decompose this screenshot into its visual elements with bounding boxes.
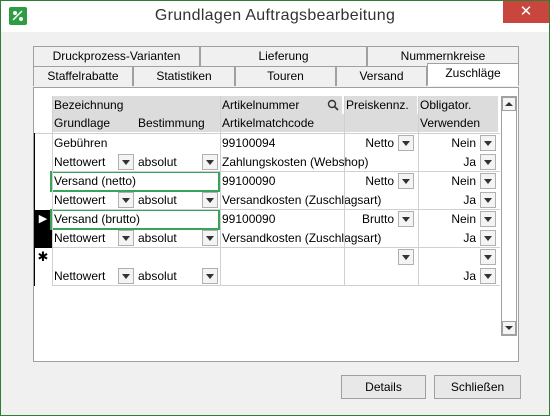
header-artikelnummer: Artikelnummer (220, 96, 324, 114)
record-1-bestimmung-dropdown[interactable] (202, 154, 218, 170)
record-2-preiskennz[interactable]: Netto (344, 172, 396, 190)
header-preiskennz: Preiskennz. (344, 96, 417, 114)
record-3-preiskennz-dropdown[interactable] (398, 211, 414, 227)
grid-line (52, 247, 500, 248)
new-record-bestimmung[interactable]: absolut (136, 267, 202, 285)
tab-druckprozess-varianten[interactable]: Druckprozess-Varianten (33, 46, 200, 66)
header-obligator: Obligator. (418, 96, 498, 114)
record-1-obligator[interactable]: Nein (418, 134, 478, 152)
header-artikelmatchcode: Artikelmatchcode (220, 114, 418, 132)
record-3-verwenden[interactable]: Ja (418, 229, 478, 247)
record-2-grundlage[interactable]: Nettowert (52, 191, 118, 209)
window-title: Grundlagen Auftragsbearbeitung (154, 7, 396, 24)
scroll-down-button[interactable] (502, 321, 516, 335)
record-3-obligator-dropdown[interactable] (480, 211, 496, 227)
record-3-obligator[interactable]: Nein (418, 210, 478, 228)
record-2-bestimmung-dropdown[interactable] (202, 192, 218, 208)
tab-touren[interactable]: Touren (235, 66, 336, 86)
tab-versand[interactable]: Versand (336, 66, 427, 86)
record-1-bestimmung[interactable]: absolut (136, 153, 202, 171)
header-bezeichnung: Bezeichnung (52, 96, 220, 114)
grid-line (52, 209, 500, 210)
new-record-verwenden[interactable]: Ja (418, 267, 478, 285)
grid-line (52, 285, 500, 286)
tab-lieferung[interactable]: Lieferung (200, 46, 367, 66)
new-record-preiskennz-dropdown[interactable] (398, 249, 414, 265)
record-3-preiskennz[interactable]: Brutto (344, 210, 396, 228)
close-button[interactable]: ✕ (503, 1, 549, 23)
new-record-verwenden-dropdown[interactable] (480, 268, 496, 284)
record-selector-column (34, 133, 53, 286)
record-1-grundlage-dropdown[interactable] (118, 154, 134, 170)
record-1-matchcode[interactable]: Zahlungskosten (Webshop) (220, 153, 418, 171)
tab-row-front: Staffelrabatte Statistiken Touren Versan… (33, 63, 519, 86)
grid-line (52, 171, 500, 172)
record-3-bestimmung-dropdown[interactable] (202, 230, 218, 246)
header-grundlage: Grundlage (52, 114, 136, 132)
details-button[interactable]: Details (341, 375, 426, 399)
scroll-up-button[interactable] (502, 97, 516, 111)
search-icon[interactable] (324, 96, 342, 114)
grid-line (418, 96, 419, 286)
highlight-versand-netto (50, 171, 220, 192)
new-record-grundlage[interactable]: Nettowert (52, 267, 118, 285)
record-3-bestimmung[interactable]: absolut (136, 229, 202, 247)
main-window: Grundlagen Auftragsbearbeitung ✕ Druckpr… (0, 0, 550, 416)
record-1-bezeichnung[interactable]: Gebühren (52, 134, 220, 152)
record-2-preiskennz-dropdown[interactable] (398, 173, 414, 189)
tab-zuschlaege[interactable]: Zuschläge (427, 63, 519, 86)
vertical-scrollbar[interactable] (501, 96, 517, 336)
grid-line (220, 96, 221, 286)
record-2-verwenden-dropdown[interactable] (480, 192, 496, 208)
new-record-obligator-dropdown[interactable] (480, 249, 496, 265)
tab-staffelrabatte[interactable]: Staffelrabatte (33, 66, 133, 86)
new-record-bestimmung-dropdown[interactable] (202, 268, 218, 284)
record-2-artikelnummer[interactable]: 99100090 (220, 172, 344, 190)
record-2-grundlage-dropdown[interactable] (118, 192, 134, 208)
record-3-artikelnummer[interactable]: 99100090 (220, 210, 344, 228)
record-1-artikelnummer[interactable]: 99100094 (220, 134, 344, 152)
record-1-preiskennz-dropdown[interactable] (398, 135, 414, 151)
record-1-verwenden-dropdown[interactable] (480, 154, 496, 170)
record-1-preiskennz[interactable]: Netto (344, 134, 396, 152)
zuschlaege-panel: Bezeichnung Artikelnummer Preiskennz. Ob… (33, 87, 519, 362)
highlight-versand-brutto (50, 209, 220, 230)
record-1-verwenden[interactable]: Ja (418, 153, 478, 171)
record-3-grundlage-dropdown[interactable] (118, 230, 134, 246)
record-2-obligator[interactable]: Nein (418, 172, 478, 190)
header-verwenden: Verwenden (418, 114, 498, 132)
record-3-grundlage[interactable]: Nettowert (52, 229, 118, 247)
tab-statistiken[interactable]: Statistiken (133, 66, 235, 86)
new-record-grundlage-dropdown[interactable] (118, 268, 134, 284)
record-3-verwenden-dropdown[interactable] (480, 230, 496, 246)
grid-line (344, 96, 345, 286)
record-2-verwenden[interactable]: Ja (418, 191, 478, 209)
header-bestimmung: Bestimmung (136, 114, 220, 132)
record-1-obligator-dropdown[interactable] (480, 135, 496, 151)
record-3-matchcode[interactable]: Versandkosten (Zuschlagsart) (220, 229, 418, 247)
record-2-obligator-dropdown[interactable] (480, 173, 496, 189)
title-bar: Grundlagen Auftragsbearbeitung ✕ (1, 1, 549, 32)
record-1-grundlage[interactable]: Nettowert (52, 153, 118, 171)
grid-line (34, 133, 500, 134)
schliessen-button[interactable]: Schließen (434, 375, 521, 399)
record-2-bestimmung[interactable]: absolut (136, 191, 202, 209)
record-2-matchcode[interactable]: Versandkosten (Zuschlagsart) (220, 191, 418, 209)
